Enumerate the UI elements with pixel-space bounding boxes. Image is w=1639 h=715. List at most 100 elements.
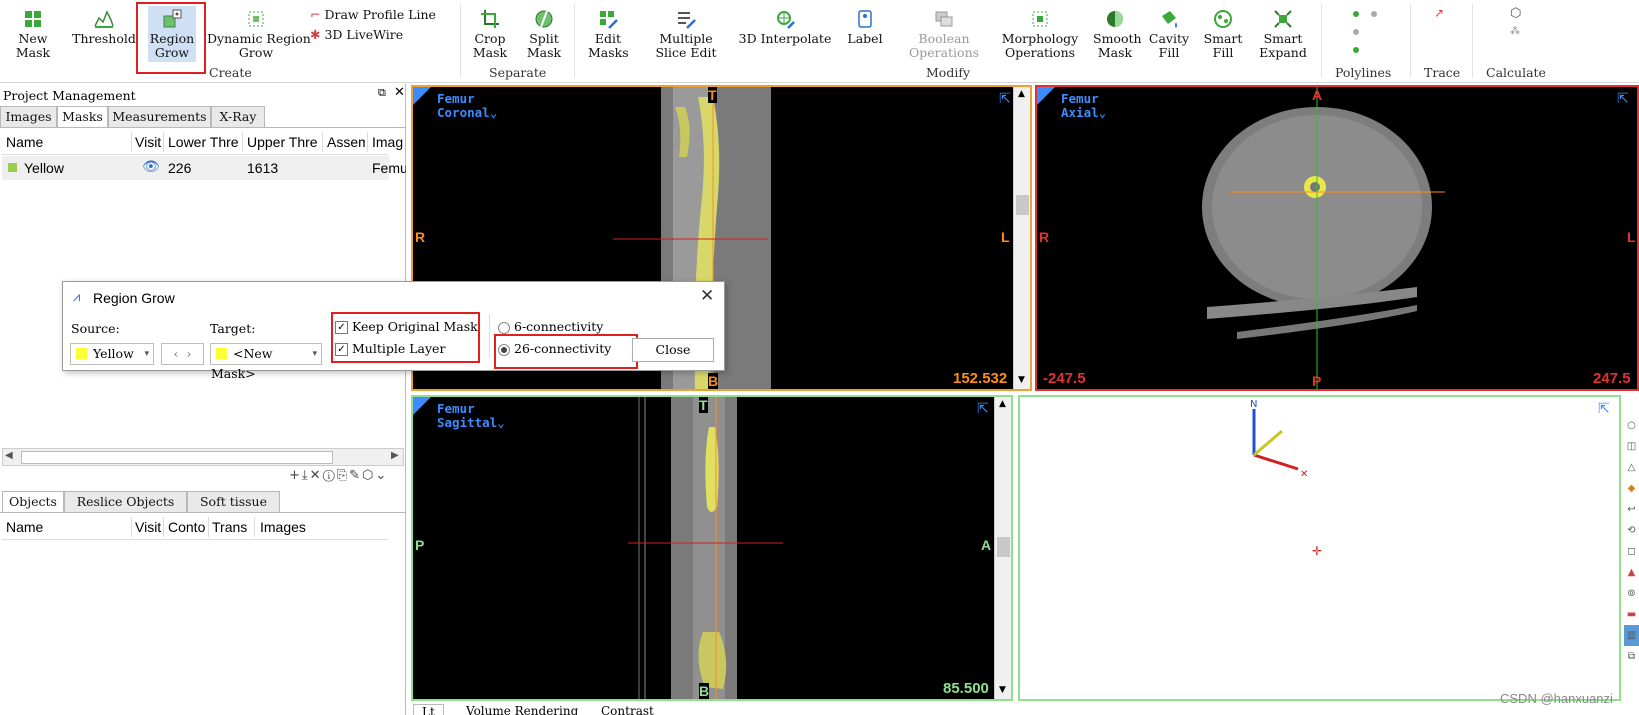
tab-contrast[interactable]: Contrast bbox=[601, 704, 654, 715]
new-mask-button[interactable]: New Mask bbox=[12, 8, 54, 60]
tool-icon[interactable]: ↩ bbox=[1624, 499, 1639, 520]
target-label: Target: bbox=[210, 321, 256, 336]
smooth-mask-button[interactable]: Smooth Mask bbox=[1093, 8, 1142, 60]
trace-icon[interactable]: ↗ bbox=[1434, 6, 1444, 20]
more-icon[interactable]: ⌄ bbox=[375, 468, 388, 483]
col-assembly[interactable]: Assem bbox=[327, 134, 365, 150]
tool-icon[interactable]: ⧉ bbox=[1624, 646, 1639, 667]
next-arrow-icon[interactable]: › bbox=[186, 346, 191, 361]
tab-volume-rendering[interactable]: Volume Rendering bbox=[466, 704, 578, 715]
3d-view[interactable]: N ✕ ✛ ⇱ bbox=[1018, 395, 1621, 701]
threshold-button[interactable]: Threshold bbox=[70, 8, 138, 46]
col-visible[interactable]: Visit bbox=[135, 519, 165, 535]
import-icon[interactable]: ⤓ bbox=[302, 468, 310, 483]
3d-icon[interactable]: ⬡ bbox=[362, 468, 375, 483]
col-name[interactable]: Name bbox=[6, 134, 126, 150]
cavity-fill-button[interactable]: Cavity Fill bbox=[1148, 8, 1190, 60]
tab-objects[interactable]: Objects bbox=[2, 491, 64, 513]
column-divider bbox=[367, 132, 368, 152]
draw-profile-line-button[interactable]: ⌐ Draw Profile Line bbox=[310, 7, 436, 22]
prev-arrow-icon[interactable]: ‹ bbox=[174, 346, 179, 361]
sagittal-scrollbar[interactable]: ▲ ▼ bbox=[994, 397, 1011, 699]
tool-icon[interactable]: ▲ bbox=[1624, 562, 1639, 583]
boolean-operations-button[interactable]: Boolean Operations bbox=[905, 8, 983, 60]
tool-icon[interactable]: ⟲ bbox=[1624, 520, 1639, 541]
coronal-scrollbar[interactable]: ▲ ▼ bbox=[1013, 87, 1030, 389]
scrollbar-thumb[interactable] bbox=[21, 451, 333, 464]
tool-icon[interactable]: △ bbox=[1624, 457, 1639, 478]
crop-mask-button[interactable]: Crop Mask bbox=[470, 8, 510, 60]
col-image[interactable]: Imag bbox=[372, 134, 404, 150]
tool-icon[interactable]: ◻ bbox=[1624, 541, 1639, 562]
dynamic-region-grow-button[interactable]: Dynamic Region Grow bbox=[207, 8, 311, 60]
view-orientation-dropdown[interactable]: Sagittal⌄ bbox=[437, 416, 505, 430]
float-panel-icon[interactable]: ⧉ bbox=[378, 86, 386, 100]
scroll-up-icon[interactable]: ▲ bbox=[999, 399, 1006, 409]
tool-icon[interactable]: ▬ bbox=[1624, 604, 1639, 625]
sagittal-view[interactable]: Femur Sagittal⌄ T B P A 85.500 ⇱ ▲ ▼ bbox=[411, 395, 1013, 701]
close-panel-icon[interactable]: ✕ bbox=[394, 85, 405, 100]
calculate-icon[interactable]: ⬡ bbox=[1510, 6, 1521, 21]
scrollbar-thumb[interactable] bbox=[997, 537, 1010, 557]
split-mask-button[interactable]: Split Mask bbox=[524, 8, 564, 60]
tool-icon[interactable]: ◆ bbox=[1624, 478, 1639, 499]
info-icon[interactable]: ⓘ bbox=[323, 468, 337, 483]
col-upper-threshold[interactable]: Upper Thre bbox=[247, 134, 321, 150]
smart-fill-button[interactable]: Smart Fill bbox=[1202, 8, 1244, 60]
paint-icon[interactable]: ✎ bbox=[349, 468, 362, 483]
axial-view[interactable]: Femur Axial⌄ A P R L -247.5 247.5 ⇱ bbox=[1035, 85, 1639, 391]
morphology-operations-button[interactable]: Morphology Operations bbox=[1000, 8, 1080, 60]
maximize-icon[interactable]: ⇱ bbox=[977, 401, 989, 417]
scroll-up-icon[interactable]: ▲ bbox=[1018, 89, 1025, 99]
3d-livewire-button[interactable]: ✱ 3D LiveWire bbox=[310, 27, 403, 42]
tab-xray[interactable]: X-Ray bbox=[211, 106, 265, 128]
col-name[interactable]: Name bbox=[6, 519, 126, 535]
col-lower-threshold[interactable]: Lower Thre bbox=[168, 134, 240, 150]
tab-reslice-objects[interactable]: Reslice Objects bbox=[64, 491, 187, 513]
col-images[interactable]: Images bbox=[260, 519, 320, 535]
smart-expand-icon bbox=[1274, 10, 1292, 28]
calculate-secondary-icon[interactable]: ⁂ bbox=[1510, 26, 1520, 37]
visible-eye-icon[interactable]: 👁 bbox=[142, 158, 160, 175]
view-orientation-dropdown[interactable]: Axial⌄ bbox=[1061, 106, 1106, 120]
copy-icon[interactable]: ⎘ bbox=[337, 468, 349, 483]
scroll-down-icon[interactable]: ▼ bbox=[999, 685, 1006, 695]
tool-icon[interactable]: ▥ bbox=[1624, 625, 1639, 646]
col-transparency[interactable]: Trans bbox=[212, 519, 252, 535]
tab-images[interactable]: Images bbox=[0, 106, 57, 128]
close-icon[interactable]: ✕ bbox=[700, 286, 714, 306]
tab-lt[interactable]: Lt bbox=[413, 704, 444, 715]
maximize-icon[interactable]: ⇱ bbox=[1617, 91, 1629, 107]
edit-masks-button[interactable]: Edit Masks bbox=[588, 8, 629, 60]
source-select[interactable]: Yellow ▾ bbox=[70, 343, 154, 365]
view-orientation-dropdown[interactable]: Coronal⌄ bbox=[437, 106, 497, 120]
label-button[interactable]: Label bbox=[845, 8, 885, 46]
multiple-slice-edit-button[interactable]: Multiple Slice Edit bbox=[648, 8, 724, 60]
scroll-right-icon[interactable]: ▶ bbox=[391, 450, 399, 461]
3d-interpolate-button[interactable]: 3D Interpolate bbox=[735, 8, 835, 46]
source-nav-arrows[interactable]: ‹ › bbox=[161, 343, 204, 365]
polylines-tools[interactable] bbox=[1350, 8, 1386, 58]
maximize-icon[interactable]: ⇱ bbox=[999, 91, 1011, 107]
tab-masks[interactable]: Masks bbox=[57, 106, 108, 128]
tab-measurements[interactable]: Measurements bbox=[108, 106, 211, 128]
scroll-down-icon[interactable]: ▼ bbox=[1018, 375, 1025, 385]
maximize-icon[interactable]: ⇱ bbox=[1598, 401, 1610, 417]
tool-icon[interactable]: ◫ bbox=[1624, 436, 1639, 457]
smart-expand-button[interactable]: Smart Expand bbox=[1258, 8, 1308, 60]
tool-icon[interactable]: ○ bbox=[1624, 415, 1639, 436]
col-contour[interactable]: Conto bbox=[168, 519, 206, 535]
add-icon[interactable]: + bbox=[289, 468, 302, 483]
column-divider bbox=[163, 517, 164, 537]
mask-row-yellow[interactable]: Yellow 👁 226 1613 Femu bbox=[2, 156, 406, 180]
6-connectivity-radio[interactable] bbox=[498, 322, 510, 334]
target-select[interactable]: <New Mask> ▾ bbox=[210, 343, 322, 381]
col-visible[interactable]: Visit bbox=[135, 134, 165, 150]
scroll-left-icon[interactable]: ◀ bbox=[5, 450, 13, 461]
tab-soft-tissue[interactable]: Soft tissue bbox=[187, 491, 280, 513]
delete-icon[interactable]: ✕ bbox=[310, 468, 323, 483]
masks-horizontal-scrollbar[interactable]: ◀ ▶ bbox=[2, 448, 404, 466]
tool-icon[interactable]: ⊚ bbox=[1624, 583, 1639, 604]
scrollbar-thumb[interactable] bbox=[1016, 195, 1029, 215]
close-button[interactable]: Close bbox=[632, 338, 714, 362]
